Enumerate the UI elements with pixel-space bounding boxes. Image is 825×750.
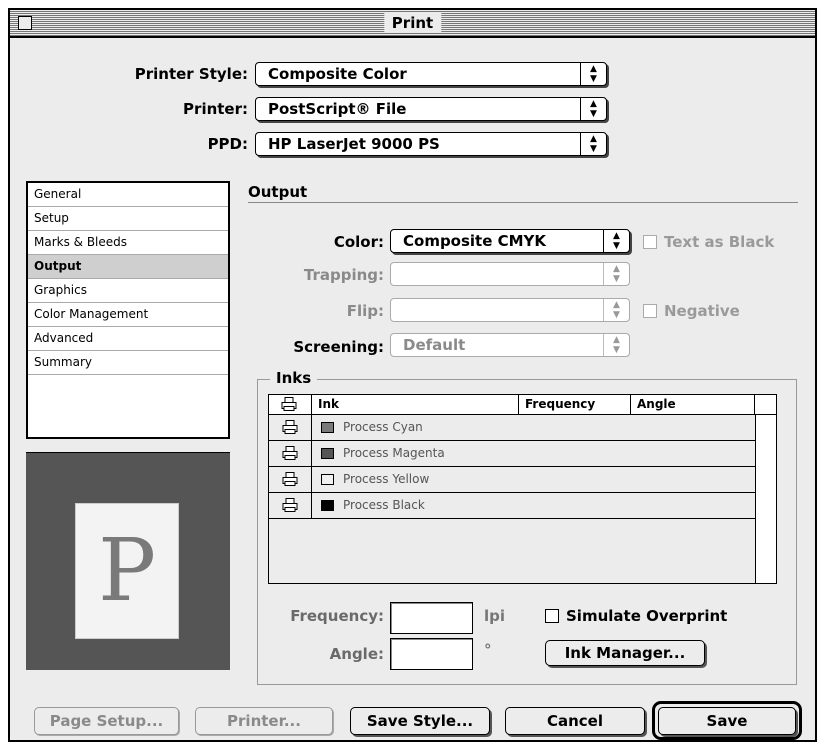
save-button[interactable]: Save	[658, 707, 796, 735]
angle-label: Angle:	[329, 645, 384, 663]
ink-rows: Process Cyan Process Magenta Process Yello…	[269, 415, 755, 519]
ink-row[interactable]: Process Cyan	[269, 415, 755, 441]
checkbox-box	[643, 304, 657, 318]
printer-icon	[282, 472, 298, 486]
checkbox-box	[545, 609, 559, 623]
preview-page: P	[75, 503, 179, 639]
color-value: Composite CMYK	[403, 232, 547, 250]
sidebar-item-summary[interactable]: Summary	[28, 351, 228, 375]
printer-icon	[281, 397, 297, 411]
print-toggle[interactable]	[269, 441, 312, 466]
printer-style-label: Printer Style:	[134, 65, 248, 83]
ink-swatch	[321, 422, 334, 433]
ink-swatch	[321, 500, 334, 511]
simulate-overprint-checkbox[interactable]: Simulate Overprint	[545, 607, 727, 625]
sidebar-item-setup[interactable]: Setup	[28, 207, 228, 231]
flip-label: Flip:	[346, 302, 384, 320]
up-down-arrows-icon: ▲ ▼	[603, 263, 629, 285]
ppd-label: PPD:	[207, 135, 248, 153]
sidebar-item-general[interactable]: General	[28, 183, 228, 207]
sidebar-item-graphics[interactable]: Graphics	[28, 279, 228, 303]
frequency-unit: lpi	[484, 607, 506, 625]
scrollbar[interactable]	[755, 415, 776, 583]
ink-row[interactable]: Process Magenta	[269, 441, 755, 467]
text-as-black-checkbox[interactable]: Text as Black	[643, 233, 774, 251]
ink-swatch	[321, 448, 334, 459]
sidebar-item-marks-bleeds[interactable]: Marks & Bleeds	[28, 231, 228, 255]
simulate-overprint-label: Simulate Overprint	[566, 607, 728, 625]
ink-table: Ink Frequency Angle Process Cyan Process …	[268, 394, 777, 584]
negative-checkbox[interactable]: Negative	[643, 302, 740, 320]
ink-name: Process Cyan	[343, 420, 423, 434]
negative-label: Negative	[664, 302, 740, 320]
sidebar-item-advanced[interactable]: Advanced	[28, 327, 228, 351]
ink-name: Process Magenta	[343, 446, 445, 460]
ink-manager-button[interactable]: Ink Manager...	[545, 640, 705, 666]
frequency-label: Frequency:	[290, 607, 384, 625]
flip-popup[interactable]: ▲ ▼	[390, 298, 630, 322]
up-down-arrows-icon: ▲ ▼	[603, 230, 629, 252]
title-bar[interactable]: Print	[10, 10, 815, 38]
printer-style-value: Composite Color	[268, 65, 407, 83]
up-down-arrows-icon: ▲ ▼	[580, 63, 606, 85]
angle-unit: °	[484, 641, 492, 659]
ppd-value: HP LaserJet 9000 PS	[268, 135, 440, 153]
column-header-angle[interactable]: Angle	[631, 395, 755, 414]
printer-button[interactable]: Printer...	[195, 707, 333, 735]
printer-value: PostScript® File	[268, 100, 407, 118]
cancel-button[interactable]: Cancel	[505, 707, 645, 735]
ink-swatch	[321, 474, 334, 485]
column-header-ink[interactable]: Ink	[312, 395, 519, 414]
ink-name: Process Black	[343, 498, 425, 512]
printer-label: Printer:	[183, 100, 248, 118]
frequency-field[interactable]	[390, 602, 473, 634]
window-title: Print	[383, 13, 442, 33]
up-down-arrows-icon: ▲ ▼	[580, 133, 606, 155]
printer-style-popup[interactable]: Composite Color ▲ ▼	[255, 62, 607, 86]
text-as-black-label: Text as Black	[664, 233, 775, 251]
up-down-arrows-icon: ▲ ▼	[580, 98, 606, 120]
printer-icon	[282, 420, 298, 434]
screening-popup[interactable]: Default ▲ ▼	[390, 333, 630, 357]
printer-popup[interactable]: PostScript® File ▲ ▼	[255, 97, 607, 121]
sidebar-item-output[interactable]: Output	[28, 255, 228, 279]
panel-list: General Setup Marks & Bleeds Output Grap…	[26, 181, 230, 439]
checkbox-box	[643, 235, 657, 249]
trapping-label: Trapping:	[303, 266, 384, 284]
divider	[248, 202, 798, 203]
print-toggle[interactable]	[269, 467, 312, 492]
angle-field[interactable]	[390, 638, 473, 670]
screening-value: Default	[403, 336, 466, 354]
close-box-icon[interactable]	[18, 16, 32, 30]
print-toggle[interactable]	[269, 493, 312, 518]
page-preview: P	[26, 452, 230, 670]
sidebar-item-color-management[interactable]: Color Management	[28, 303, 228, 327]
printer-icon	[282, 498, 298, 512]
color-popup[interactable]: Composite CMYK ▲ ▼	[390, 229, 630, 253]
trapping-popup[interactable]: ▲ ▼	[390, 262, 630, 286]
save-style-button[interactable]: Save Style...	[350, 707, 490, 735]
print-toggle[interactable]	[269, 415, 312, 440]
ink-name: Process Yellow	[343, 472, 430, 486]
ink-table-header: Ink Frequency Angle	[269, 395, 776, 415]
column-header-frequency[interactable]: Frequency	[519, 395, 631, 414]
inks-group-label: Inks	[270, 369, 318, 387]
color-label: Color:	[333, 233, 384, 251]
ppd-popup[interactable]: HP LaserJet 9000 PS ▲ ▼	[255, 132, 607, 156]
up-down-arrows-icon: ▲ ▼	[603, 299, 629, 321]
page-setup-button[interactable]: Page Setup...	[34, 707, 179, 735]
screening-label: Screening:	[293, 338, 384, 356]
up-down-arrows-icon: ▲ ▼	[603, 334, 629, 356]
printer-icon	[282, 446, 298, 460]
ink-row[interactable]: Process Black	[269, 493, 755, 519]
column-header-print[interactable]	[269, 395, 312, 414]
section-title: Output	[248, 183, 308, 201]
ink-row[interactable]: Process Yellow	[269, 467, 755, 493]
